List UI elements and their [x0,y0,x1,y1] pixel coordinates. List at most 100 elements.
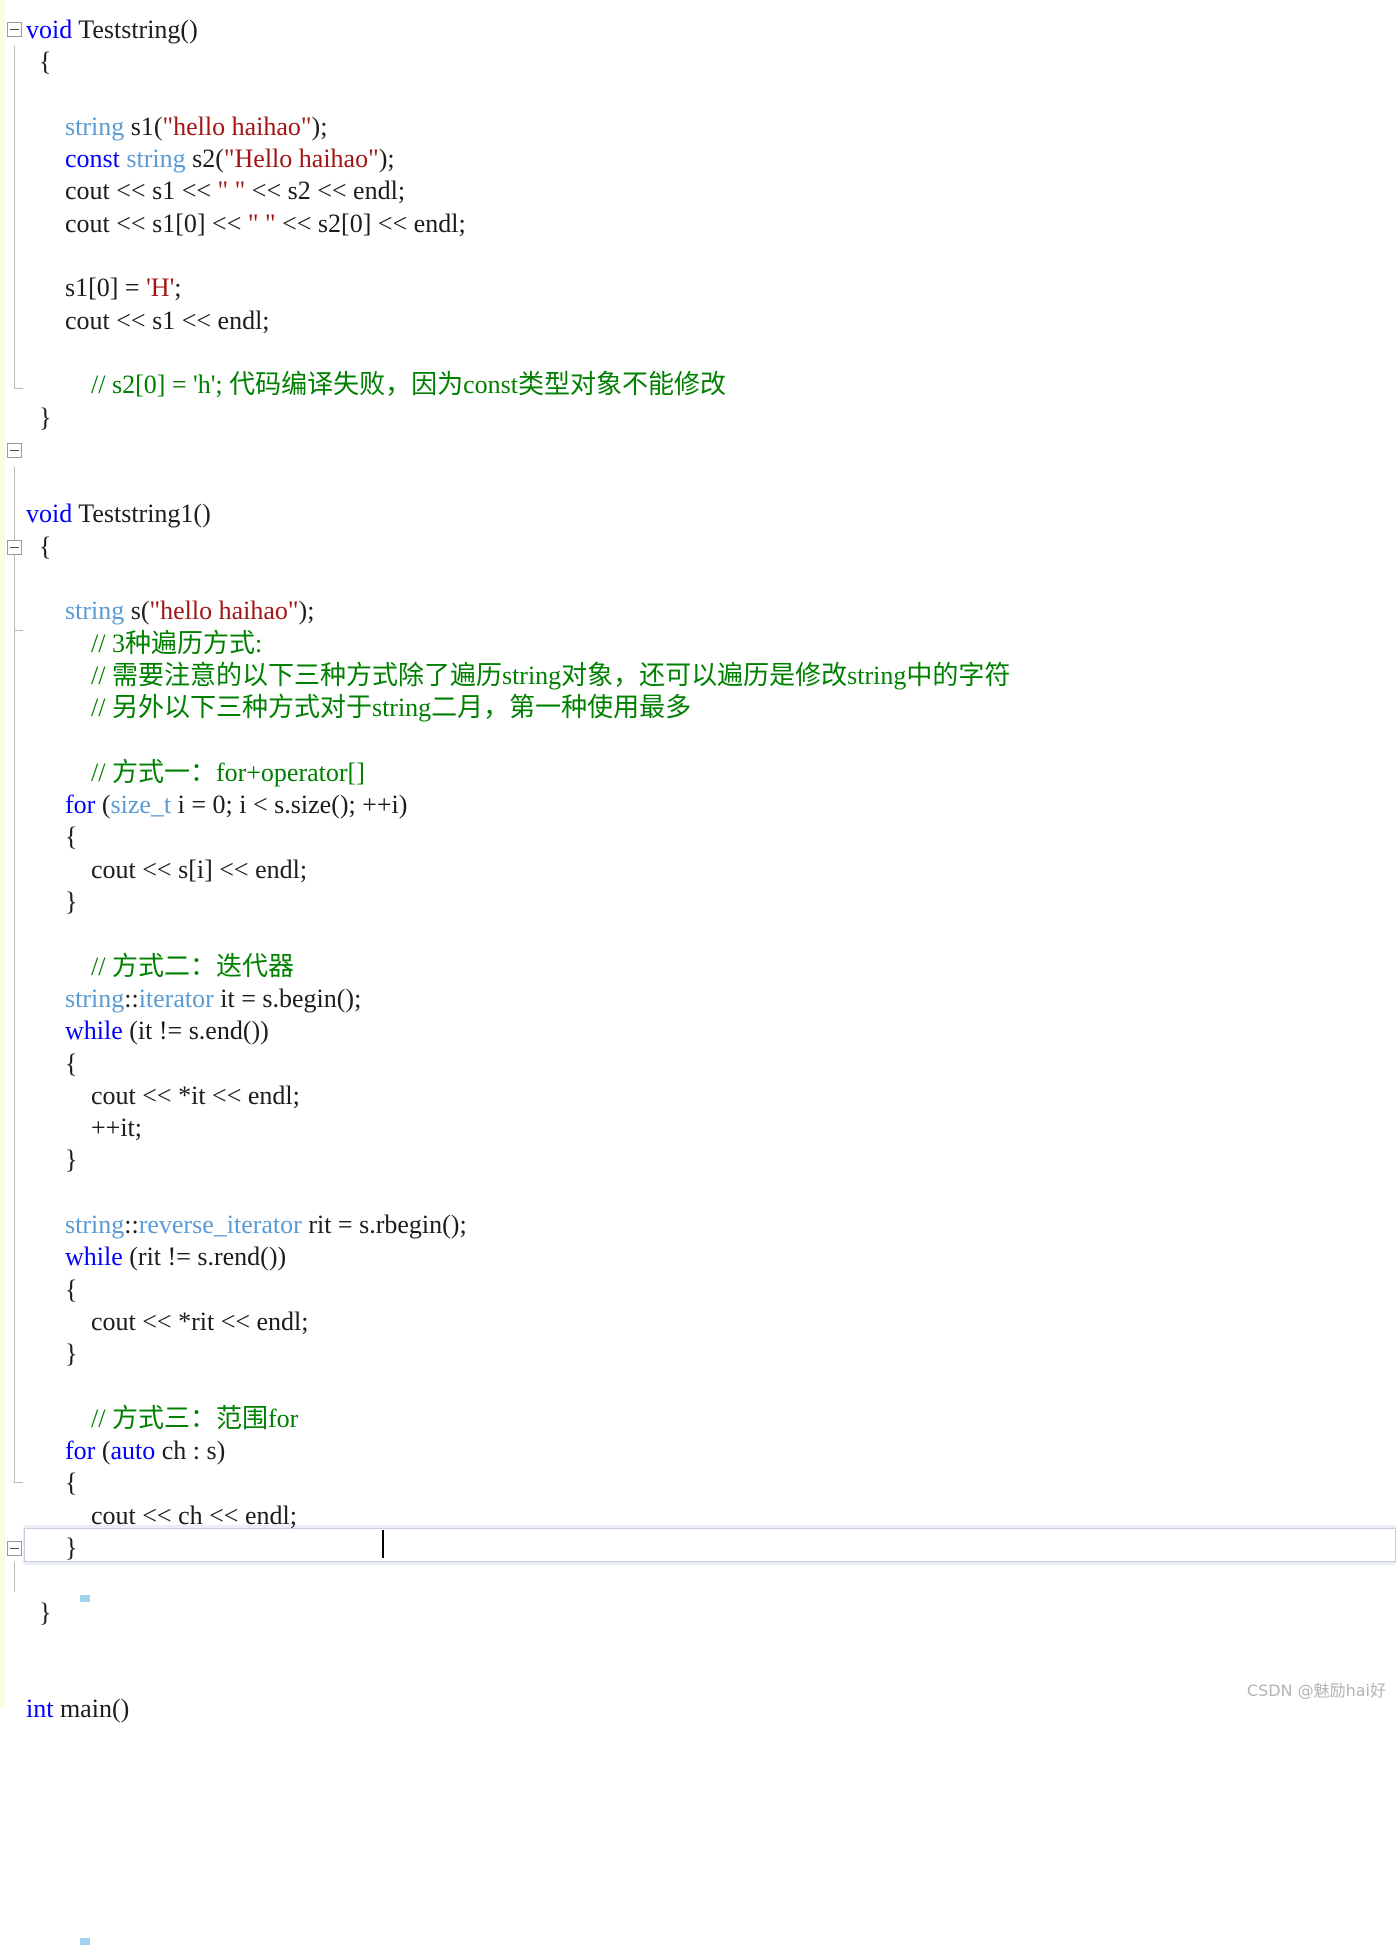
code-line-blank[interactable] [0,434,1396,466]
code-line[interactable]: string s("hello haihao"); [0,595,1396,627]
token-plain: } [26,1532,78,1562]
code-line-blank[interactable] [0,725,1396,757]
code-line-blank[interactable] [0,240,1396,272]
code-line[interactable]: { [0,821,1396,853]
token-type: string [65,983,125,1013]
code-line[interactable]: { [0,46,1396,78]
token-string: " " [247,208,276,238]
code-line[interactable]: // 需要注意的以下三种方式除了遍历string对象，还可以遍历是修改strin… [0,660,1396,692]
token-keyword: while [65,1242,123,1272]
token-plain: ); [311,111,328,141]
code-line-blank[interactable] [0,466,1396,498]
token-type: string [126,144,186,174]
code-line[interactable]: // 方式一：for+operator[] [0,757,1396,789]
code-line[interactable]: } [0,1532,1396,1564]
token-comment: // 需要注意的以下三种方式除了遍历string对象，还可以遍历是修改strin… [65,660,1011,690]
token-plain: } [26,1339,78,1369]
token-plain: cout << s1[0] << [26,208,248,238]
token-plain: rit = s.rbegin(); [301,1209,467,1239]
code-line[interactable]: // 方式三：范围for [0,1403,1396,1435]
code-line[interactable]: for (size_t i = 0; i < s.size(); ++i) [0,789,1396,821]
code-line[interactable]: string s1("hello haihao"); [0,111,1396,143]
token-plain: } [26,887,78,917]
code-line[interactable]: cout << *it << endl; [0,1080,1396,1112]
code-line[interactable]: const string s2("Hello haihao"); [0,143,1396,175]
token-type: string [65,111,125,141]
code-line[interactable]: // 另外以下三种方式对于string二月，第一种使用最多 [0,692,1396,724]
code-line[interactable]: string::iterator it = s.begin(); [0,983,1396,1015]
code-line[interactable]: ++it; [0,1112,1396,1144]
csdn-watermark: CSDN @魅励hai好 [1246,1681,1386,1700]
code-line[interactable]: for (auto ch : s) [0,1435,1396,1467]
token-plain: :: [124,1209,139,1239]
code-line[interactable]: s1[0] = 'H'; [0,272,1396,304]
token-keyword: void [26,15,73,44]
code-line[interactable]: void Teststring1() [0,498,1396,530]
code-line[interactable]: } [0,1597,1396,1629]
code-line[interactable]: cout << s[i] << endl; [0,854,1396,886]
code-line[interactable]: cout << s1 << " " << s2 << endl; [0,175,1396,207]
code-line[interactable]: // 3种遍历方式: [0,628,1396,660]
token-comment: // 方式二：迭代器 [65,951,294,981]
token-keyword: for [65,1436,96,1466]
token-comment: // 方式一：for+operator[] [65,757,365,787]
code-line[interactable]: // s2[0] = 'h'; 代码编译失败，因为const类型对象不能修改 [0,369,1396,401]
token-plain: { [26,1274,78,1304]
code-line[interactable]: } [0,886,1396,918]
code-line-blank[interactable] [0,1564,1396,1596]
token-plain: { [26,1468,78,1498]
code-line[interactable]: // 方式二：迭代器 [0,951,1396,983]
code-line[interactable]: } [0,402,1396,434]
selection-marker [80,1938,90,1945]
token-plain: :: [124,983,139,1013]
code-line-blank[interactable] [0,1629,1396,1661]
code-line[interactable]: } [0,1338,1396,1370]
token-keyword: while [65,1016,123,1046]
code-line[interactable]: { [0,531,1396,563]
code-line[interactable]: { [0,1274,1396,1306]
code-line[interactable]: string::reverse_iterator rit = s.rbegin(… [0,1209,1396,1241]
code-line-blank[interactable] [0,918,1396,950]
token-keyword: int [26,1694,54,1724]
token-type: size_t [110,790,172,820]
code-editor[interactable]: void Teststring() { string s1("hello hai… [0,0,1396,1945]
token-plain: s2( [185,144,224,174]
token-comment: // 3种遍历方式: [65,628,263,658]
code-surface[interactable]: void Teststring() { string s1("hello hai… [0,0,1396,1723]
code-line-blank[interactable] [0,337,1396,369]
code-line[interactable]: } [0,1144,1396,1176]
code-line[interactable]: { [0,1467,1396,1499]
code-line-blank[interactable] [0,79,1396,111]
token-string: "hello haihao" [149,596,299,626]
token-keyword: auto [110,1436,156,1466]
token-plain: { [26,822,78,852]
code-line-blank[interactable] [0,1370,1396,1402]
token-plain: s( [124,596,150,626]
code-line[interactable]: cout << *rit << endl; [0,1306,1396,1338]
code-line[interactable]: while (rit != s.rend()) [0,1241,1396,1273]
code-line[interactable]: void Teststring() [0,14,1396,46]
code-line[interactable]: int main() [0,1693,1396,1725]
code-line[interactable]: { [0,1048,1396,1080]
code-line[interactable]: cout << ch << endl; [0,1500,1396,1532]
token-keyword: void [26,499,73,529]
code-line-blank[interactable] [0,1661,1396,1693]
token-plain: Teststring() [72,15,198,44]
code-line-blank[interactable] [0,563,1396,595]
token-plain: i = 0; i < s.size(); ++i) [171,790,408,820]
code-line-blank[interactable] [0,1177,1396,1209]
token-plain: } [26,1145,78,1175]
code-line[interactable]: cout << s1 << endl; [0,305,1396,337]
code-line[interactable]: while (it != s.end()) [0,1015,1396,1047]
code-line[interactable]: cout << s1[0] << " " << s2[0] << endl; [0,208,1396,240]
token-type: string [65,1209,125,1239]
